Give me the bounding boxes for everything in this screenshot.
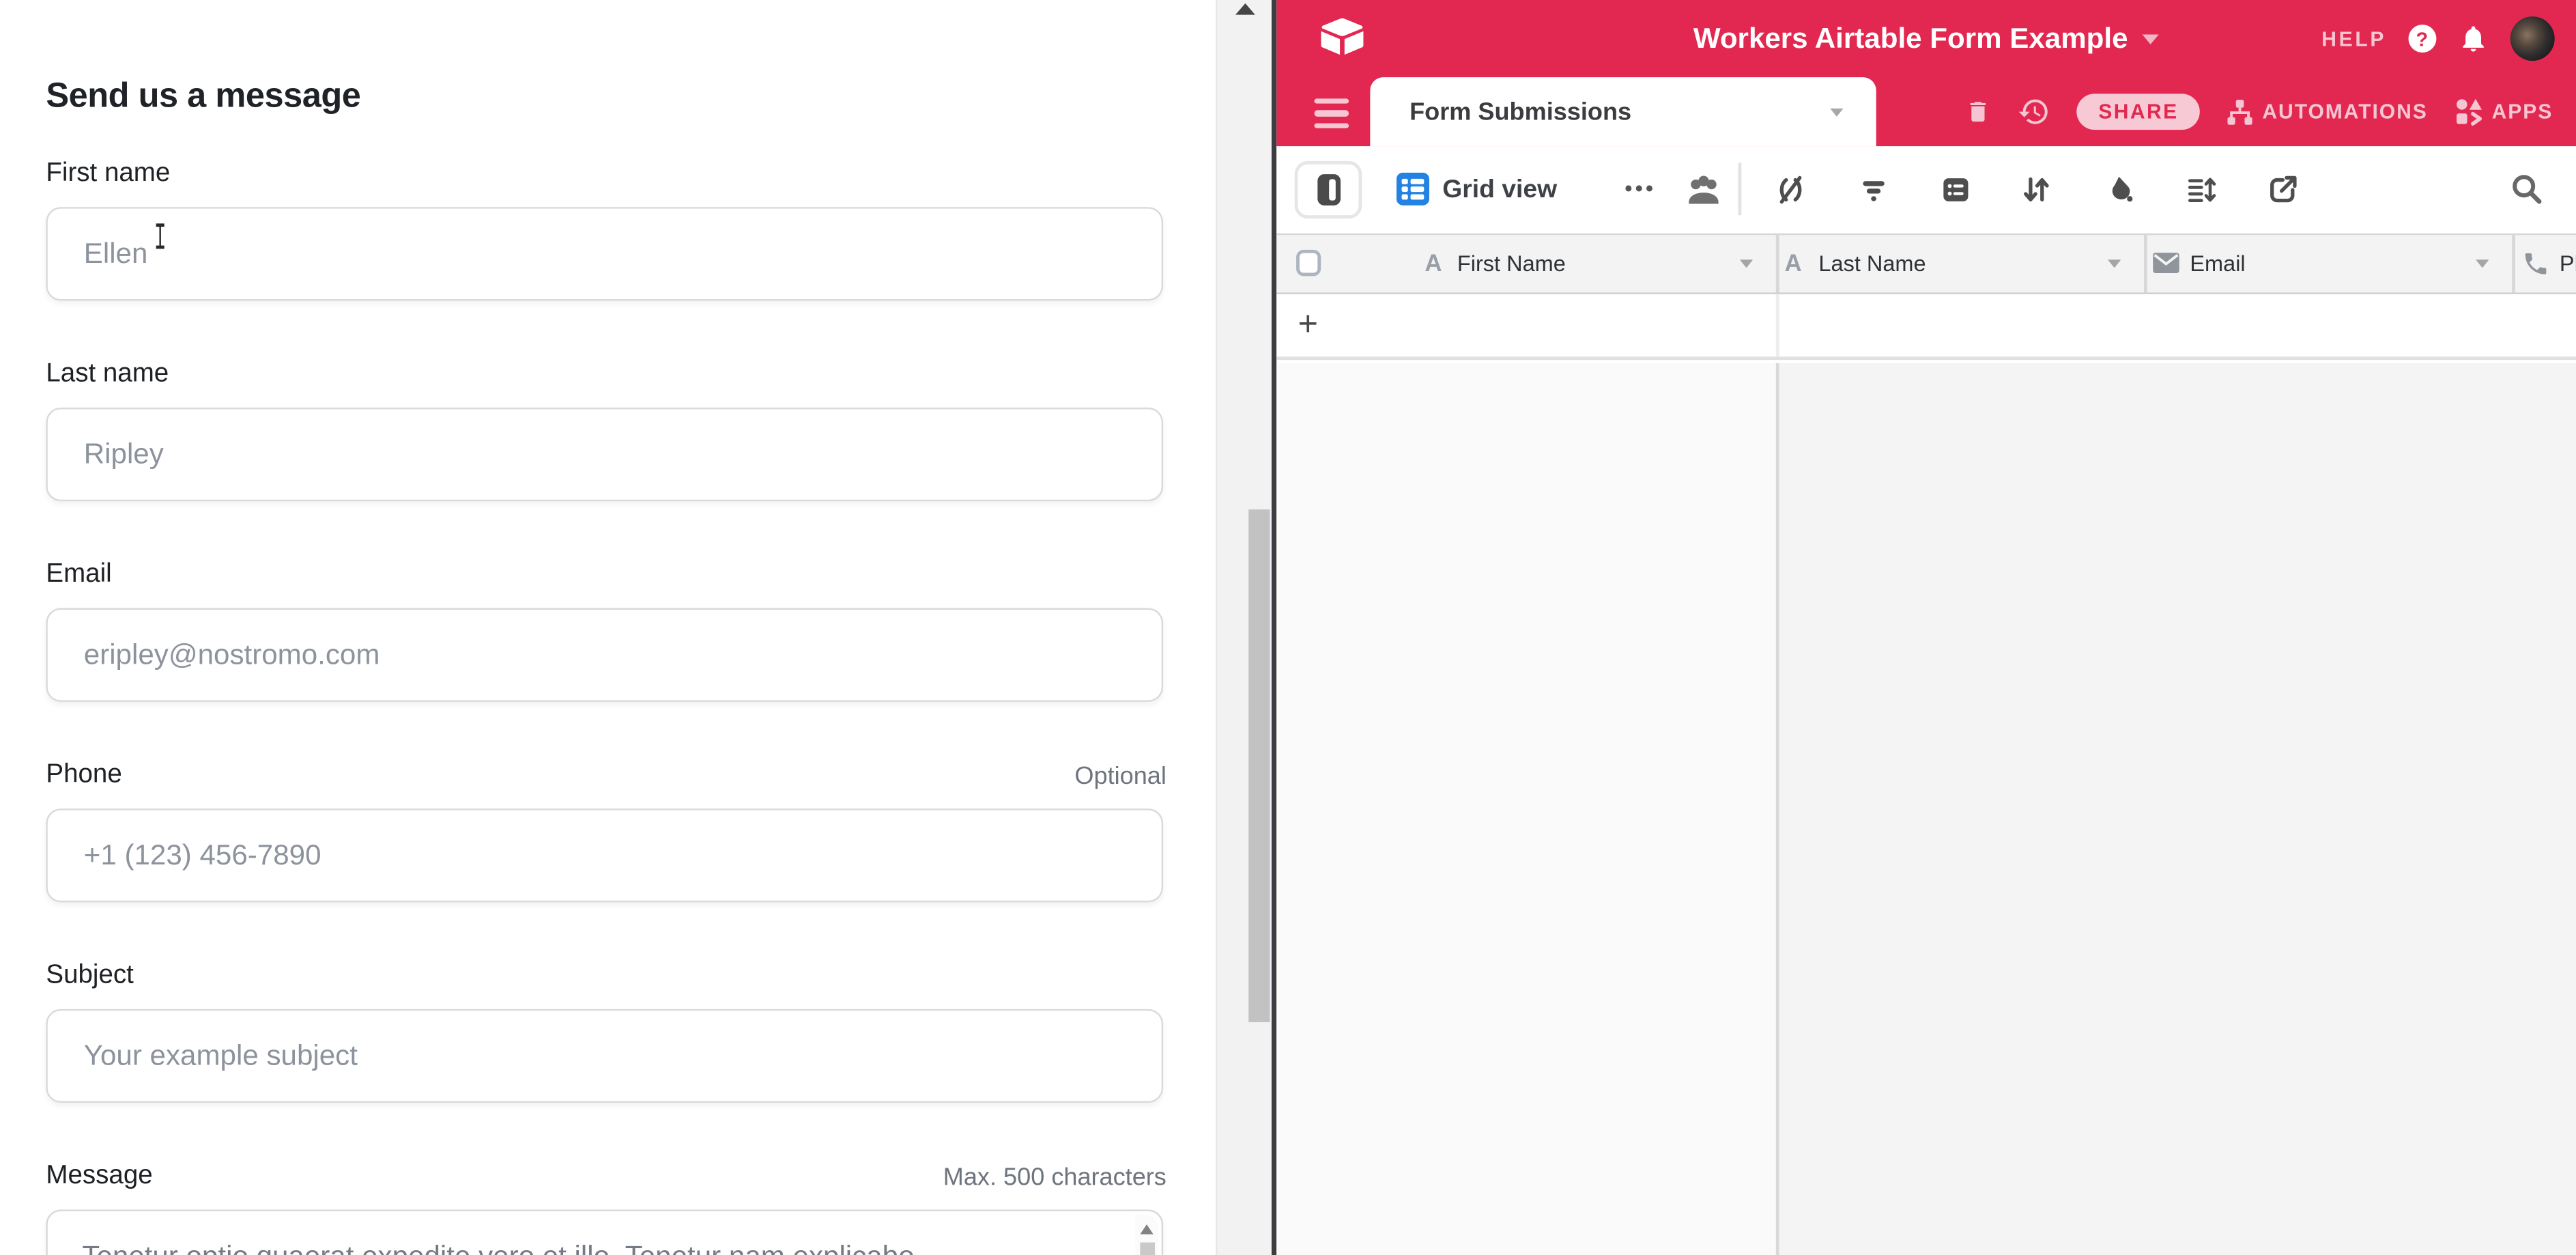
share-button[interactable]: SHARE	[2077, 94, 2200, 130]
column-header-phone[interactable]: Phone	[2560, 235, 2576, 292]
email-field-box	[46, 608, 1163, 702]
grid-body	[1276, 363, 2576, 1255]
column-divider[interactable]	[2144, 235, 2147, 292]
share-view-icon[interactable]	[2265, 173, 2300, 208]
filter-icon[interactable]	[1857, 173, 1891, 208]
bell-icon[interactable]	[2458, 23, 2489, 55]
message-scrollbar-thumb[interactable]	[1139, 1243, 1154, 1255]
grid-body-left	[1276, 363, 1776, 1255]
table-tab-label: Form Submissions	[1409, 77, 1631, 146]
view-name[interactable]: Grid view	[1442, 146, 1557, 234]
toolbar-divider	[1738, 163, 1741, 215]
email-input[interactable]	[48, 610, 1162, 700]
page-scrollbar[interactable]	[1216, 0, 1272, 1255]
airtable-tab-row: Form Submissions SHARE	[1276, 77, 2576, 146]
text-field-icon: A	[1422, 235, 1444, 292]
airtable-title-row: Workers Airtable Form Example HELP ?	[1276, 0, 2576, 77]
view-toolbar: Grid view •••	[1276, 146, 2576, 234]
column-divider[interactable]	[2512, 235, 2515, 292]
header-right-cluster: HELP ?	[2321, 0, 2554, 77]
apps-button[interactable]: APPS	[2454, 97, 2553, 126]
automations-button[interactable]: AUTOMATIONS	[2226, 98, 2427, 126]
phone-field-box	[46, 808, 1163, 902]
email-field-icon	[2152, 251, 2180, 274]
phone-label: Phone Optional	[46, 761, 1166, 790]
select-all-checkbox[interactable]	[1296, 249, 1321, 277]
message-placeholder: Tenetur optio quaerat expedite vero et i…	[82, 1239, 1083, 1255]
message-max-chars-note: Max. 500 characters	[943, 1164, 1167, 1191]
hide-fields-icon[interactable]	[1773, 173, 1809, 208]
chevron-down-icon[interactable]	[1830, 109, 1843, 117]
chevron-down-icon[interactable]	[2143, 33, 2159, 43]
chevron-down-icon[interactable]	[2108, 259, 2121, 268]
column-header-last-name[interactable]: Last Name	[1818, 235, 1926, 292]
airtable-header: Workers Airtable Form Example HELP ?	[1276, 0, 2576, 146]
screenshot-root: Send us a message First name Last name E…	[0, 0, 2576, 1255]
message-label: Message Max. 500 characters	[46, 1162, 1166, 1191]
avatar[interactable]	[2510, 16, 2555, 61]
message-textarea[interactable]: Tenetur optio quaerat expedite vero et i…	[46, 1209, 1163, 1255]
first-name-input[interactable]	[48, 209, 1162, 299]
message-scrollbar[interactable]	[1135, 1215, 1158, 1255]
add-record-plus[interactable]: +	[1298, 294, 1318, 356]
sort-icon[interactable]	[2019, 173, 2054, 208]
subject-label: Subject	[46, 961, 1166, 991]
chevron-down-icon[interactable]	[2476, 259, 2489, 268]
text-field-icon: A	[1782, 235, 1803, 292]
last-name-label: Last name	[46, 360, 1166, 389]
first-name-field-box	[46, 207, 1163, 300]
add-record-row[interactable]: +	[1276, 294, 2576, 360]
history-icon[interactable]	[2018, 96, 2050, 128]
scroll-up-arrow-icon[interactable]	[1235, 3, 1255, 15]
help-circle-icon[interactable]: ?	[2407, 25, 2436, 53]
text-cursor-icon	[153, 223, 168, 248]
email-label: Email	[46, 561, 1166, 590]
column-header-first-name[interactable]: First Name	[1457, 235, 1566, 292]
form-title: Send us a message	[46, 77, 360, 117]
help-button[interactable]: HELP	[2321, 27, 2386, 51]
subject-input[interactable]	[48, 1011, 1162, 1101]
airtable-pane: Workers Airtable Form Example HELP ?	[1272, 0, 2576, 1255]
grid-body-right	[1778, 363, 2576, 1255]
group-icon[interactable]	[1938, 173, 1973, 208]
subject-field-box	[46, 1009, 1163, 1103]
last-name-field-box	[46, 408, 1163, 501]
table-tab-form-submissions[interactable]: Form Submissions	[1370, 77, 1876, 146]
contact-form-pane: Send us a message First name Last name E…	[0, 0, 1216, 1255]
hamburger-menu-icon[interactable]	[1315, 98, 1349, 135]
search-icon[interactable]	[2508, 171, 2545, 207]
row-height-icon[interactable]	[2184, 173, 2218, 208]
sidebar-toggle-icon	[1317, 174, 1340, 206]
tab-row-right-cluster: SHARE AUTOMATIONS	[1965, 77, 2553, 146]
trash-icon[interactable]	[1965, 97, 1992, 126]
view-more-button[interactable]: •••	[1625, 146, 1656, 230]
phone-optional-note: Optional	[1074, 763, 1166, 791]
scroll-up-arrow-icon[interactable]	[1139, 1224, 1152, 1234]
collaborators-icon[interactable]	[1685, 173, 1721, 208]
color-icon[interactable]	[2101, 173, 2136, 208]
base-title[interactable]: Workers Airtable Form Example	[1693, 21, 2128, 56]
column-header-email[interactable]: Email	[2190, 235, 2245, 292]
page-scrollbar-thumb[interactable]	[1248, 509, 1269, 1022]
first-name-label: First name	[46, 159, 1166, 188]
view-sidebar-toggle-button[interactable]	[1295, 161, 1362, 218]
column-divider[interactable]	[1776, 235, 1779, 292]
apps-icon	[2454, 97, 2483, 126]
column-divider	[1776, 294, 1779, 356]
automations-icon	[2226, 98, 2254, 126]
grid-view-icon[interactable]	[1397, 173, 1429, 206]
column-header-row: A First Name A Last Name Email Phone	[1276, 234, 2576, 294]
last-name-input[interactable]	[48, 409, 1162, 499]
phone-field-icon	[2522, 250, 2550, 278]
chevron-down-icon[interactable]	[1740, 259, 1753, 268]
phone-input[interactable]	[48, 810, 1162, 901]
